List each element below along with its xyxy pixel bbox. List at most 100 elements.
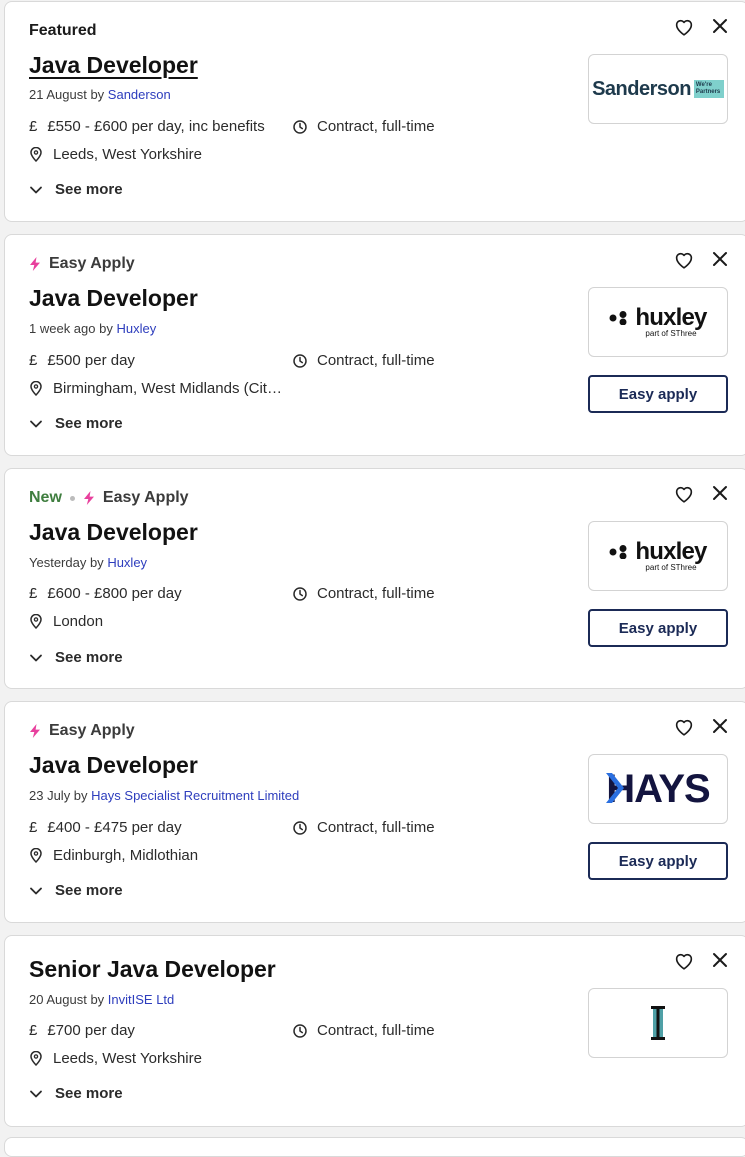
easy-apply-button[interactable]: Easy apply xyxy=(588,375,728,413)
pound-icon: £ xyxy=(29,819,38,836)
see-more-toggle[interactable]: See more xyxy=(29,415,123,432)
easy-apply-badge: Easy Apply xyxy=(49,255,135,272)
company-link[interactable]: Huxley xyxy=(116,321,156,336)
job-card[interactable]: Senior Java Developer 20 August by Invit… xyxy=(4,935,745,1127)
location-pin-icon xyxy=(29,147,43,163)
clock-icon xyxy=(293,586,307,601)
pound-icon: £ xyxy=(29,118,38,135)
huxley-logo-sub: part of SThree xyxy=(645,328,697,338)
badge-row: Easy Apply xyxy=(29,255,135,273)
chevron-down-icon xyxy=(29,1089,43,1099)
new-badge: New xyxy=(29,489,62,506)
company-link[interactable]: InvitISE Ltd xyxy=(108,992,174,1007)
see-more-toggle[interactable]: See more xyxy=(29,1085,123,1102)
featured-badge: Featured xyxy=(29,22,97,39)
pound-icon: £ xyxy=(29,585,38,602)
job-title-link[interactable]: Java Developer xyxy=(29,752,198,779)
see-more-label: See more xyxy=(55,415,123,432)
job-title-link[interactable]: Senior Java Developer xyxy=(29,956,276,983)
posted-date: Yesterday by xyxy=(29,555,104,570)
salary-text: £550 - £600 per day, inc benefits xyxy=(47,118,265,135)
location-row: Leeds, West Yorkshire xyxy=(29,146,283,163)
dismiss-job-close-icon[interactable] xyxy=(711,17,729,35)
company-link[interactable]: Huxley xyxy=(107,555,147,570)
salary-row: £ £700 per day xyxy=(29,1022,277,1039)
lightning-bolt-icon xyxy=(83,491,94,505)
invitise-logo-icon xyxy=(651,1006,665,1040)
posted-date: 1 week ago by xyxy=(29,321,113,336)
dismiss-job-close-icon[interactable] xyxy=(711,250,729,268)
job-card[interactable]: Easy Apply Java Developer 23 July by Hay… xyxy=(4,701,745,923)
badge-row: Easy Apply xyxy=(29,722,135,740)
clock-icon xyxy=(293,119,307,134)
company-logo[interactable]: huxley part of SThree xyxy=(588,521,728,591)
posted-meta: 23 July by Hays Specialist Recruitment L… xyxy=(29,788,299,803)
job-card-next[interactable] xyxy=(4,1137,745,1157)
salary-text: £400 - £475 per day xyxy=(47,819,182,836)
clock-icon xyxy=(293,353,307,368)
salary-row: £ £500 per day xyxy=(29,352,277,369)
clock-icon xyxy=(293,820,307,835)
huxley-logo-text: huxley xyxy=(635,537,707,565)
pound-icon: £ xyxy=(29,1022,38,1039)
easy-apply-button[interactable]: Easy apply xyxy=(588,609,728,647)
save-job-heart-icon[interactable] xyxy=(673,950,695,972)
job-type-text: Contract, full-time xyxy=(317,118,435,135)
company-logo[interactable] xyxy=(588,988,728,1058)
easy-apply-badge: Easy Apply xyxy=(102,489,189,506)
save-job-heart-icon[interactable] xyxy=(673,16,695,38)
company-logo[interactable]: Sanderson We're Partners xyxy=(588,54,728,124)
job-type-row: Contract, full-time xyxy=(293,819,435,836)
chevron-down-icon xyxy=(29,419,43,429)
job-type-row: Contract, full-time xyxy=(293,1022,435,1039)
lightning-bolt-icon xyxy=(30,257,40,271)
job-card[interactable]: New Easy Apply Java Developer Yesterday … xyxy=(4,468,745,689)
huxley-logo-sub: part of SThree xyxy=(645,562,697,572)
job-type-text: Contract, full-time xyxy=(317,819,435,836)
see-more-toggle[interactable]: See more xyxy=(29,649,123,666)
save-job-heart-icon[interactable] xyxy=(673,483,695,505)
posted-date: 21 August by xyxy=(29,87,105,102)
see-more-toggle[interactable]: See more xyxy=(29,882,123,899)
hays-chevron-icon xyxy=(606,772,625,803)
posted-date: 20 August by xyxy=(29,992,105,1007)
dismiss-job-close-icon[interactable] xyxy=(711,484,729,502)
location-pin-icon xyxy=(29,1051,43,1067)
company-link[interactable]: Sanderson xyxy=(108,87,171,102)
company-logo[interactable]: huxley part of SThree xyxy=(588,287,728,357)
chevron-down-icon xyxy=(29,185,43,195)
posted-meta: 20 August by InvitISE Ltd xyxy=(29,992,174,1007)
lightning-bolt-icon xyxy=(30,724,40,738)
salary-row: £ £550 - £600 per day, inc benefits xyxy=(29,118,277,135)
job-type-row: Contract, full-time xyxy=(293,585,435,602)
salary-text: £500 per day xyxy=(47,352,135,369)
company-link[interactable]: Hays Specialist Recruitment Limited xyxy=(91,788,299,803)
easy-apply-button[interactable]: Easy apply xyxy=(588,842,728,880)
job-results-list: Featured Java Developer 21 August by San… xyxy=(0,0,745,1157)
company-logo[interactable]: HAYS xyxy=(588,754,728,824)
location-row: London xyxy=(29,613,283,630)
location-pin-icon xyxy=(29,381,43,397)
chevron-down-icon xyxy=(29,886,43,896)
job-card[interactable]: Easy Apply Java Developer 1 week ago by … xyxy=(4,234,745,456)
location-text: Leeds, West Yorkshire xyxy=(53,146,202,163)
location-text: Birmingham, West Midlands (City Centre) xyxy=(53,380,283,397)
save-job-heart-icon[interactable] xyxy=(673,716,695,738)
location-text: London xyxy=(53,613,104,630)
save-job-heart-icon[interactable] xyxy=(673,249,695,271)
huxley-logo-text: huxley xyxy=(635,303,707,331)
job-card[interactable]: Featured Java Developer 21 August by San… xyxy=(4,1,745,222)
job-type-row: Contract, full-time xyxy=(293,352,435,369)
clock-icon xyxy=(293,1023,307,1038)
salary-text: £600 - £800 per day xyxy=(47,585,182,602)
huxley-dots-icon xyxy=(609,544,627,559)
posted-date: 23 July by xyxy=(29,788,88,803)
job-title-link[interactable]: Java Developer xyxy=(29,52,198,79)
posted-meta: 21 August by Sanderson xyxy=(29,87,171,102)
huxley-logo: huxley xyxy=(609,303,707,331)
dismiss-job-close-icon[interactable] xyxy=(711,951,729,969)
dismiss-job-close-icon[interactable] xyxy=(711,717,729,735)
see-more-toggle[interactable]: See more xyxy=(29,181,123,198)
job-title-link[interactable]: Java Developer xyxy=(29,519,198,546)
job-title-link[interactable]: Java Developer xyxy=(29,285,198,312)
